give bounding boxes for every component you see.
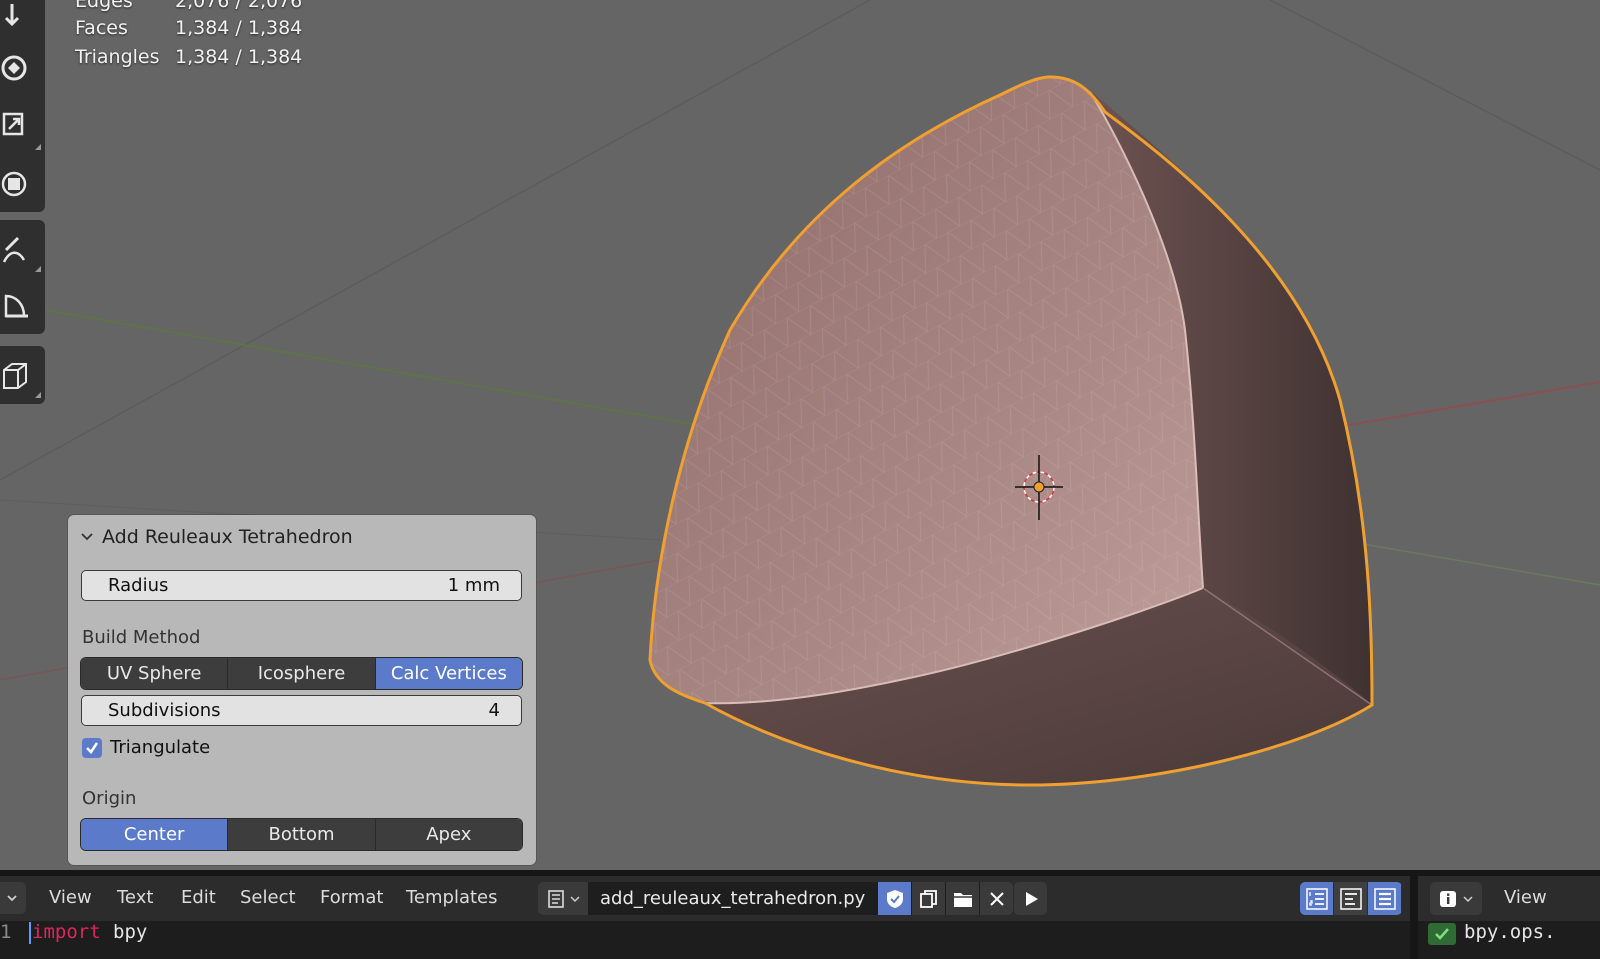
rotate-icon [1,55,27,81]
text-datablock-selector: add_reuleaux_tetrahedron.py [538,882,1014,915]
menu-templates[interactable]: Templates [406,887,498,908]
rotate-tool[interactable] [0,40,45,96]
radius-label: Radius [108,575,169,596]
stat-value: 1,384 / 1,384 [175,17,303,39]
transform-tool[interactable] [0,156,45,212]
unlink-text-button[interactable] [979,882,1014,915]
line-number: 1 [0,921,12,943]
annotate-tool[interactable] [0,220,45,276]
text-cursor [29,922,31,944]
stat-label: Triangles [75,46,160,68]
transform-toolbar [0,0,45,212]
menu-text[interactable]: Text [117,887,153,908]
folder-icon [953,892,972,907]
file-name-field[interactable]: add_reuleaux_tetrahedron.py [588,882,878,915]
info-log[interactable]: bpy.ops. [1418,921,1600,959]
menu-format[interactable]: Format [320,887,383,908]
panel-title: Add Reuleaux Tetrahedron [102,526,353,548]
menu-select[interactable]: Select [240,887,296,908]
scale-tool[interactable] [0,98,45,154]
subdivisions-label: Subdivisions [108,700,221,721]
build-method-selector: UV Sphere Icosphere Calc Vertices [81,658,522,689]
info-editor-header: View [1418,876,1600,921]
info-icon [1440,890,1456,907]
copy-icon [919,889,937,908]
scale-icon [2,112,24,136]
radius-field[interactable]: Radius 1 mm [81,570,522,601]
transform-icon [1,171,27,197]
y-axis-line [45,309,801,444]
triangulate-checkbox[interactable]: Triangulate [82,737,210,758]
trusted-script-button[interactable] [877,882,912,915]
panel-header[interactable]: Add Reuleaux Tetrahedron [80,523,353,551]
menu-view[interactable]: View [1504,887,1547,908]
browse-text-button[interactable] [538,882,588,915]
subdivisions-field[interactable]: Subdivisions 4 [81,695,522,726]
checkmark-icon [82,737,102,758]
annotate-toolbar [0,220,45,334]
origin-selector: Center Bottom Apex [81,819,522,850]
area-divider-vertical[interactable] [1410,876,1418,959]
add-cube-icon [3,363,27,389]
syntax-highlight-toggle[interactable] [1368,882,1402,915]
text-document-icon [547,889,564,908]
word-wrap-toggle[interactable] [1334,882,1368,915]
origin-bottom[interactable]: Bottom [228,819,376,850]
code-keyword: import [32,921,101,943]
add-cube-tool[interactable] [0,346,45,402]
chevron-down-icon [569,895,580,902]
build-method-label: Build Method [82,627,201,648]
code-identifier: bpy [113,921,148,943]
run-script-button[interactable] [1014,882,1047,915]
measure-tool[interactable] [0,278,45,334]
close-icon [990,891,1004,906]
chevron-down-icon [1463,895,1473,902]
chevron-down-icon [7,895,17,902]
line-numbers-icon [1305,887,1328,910]
stat-value: 1,384 / 1,384 [175,46,303,68]
annotate-icon [2,236,26,263]
move-icon [4,4,20,27]
stat-label: Faces [75,17,128,39]
editor-type-button[interactable] [1430,882,1482,915]
build-method-icosphere[interactable]: Icosphere [228,658,376,689]
origin-apex[interactable]: Apex [375,819,522,850]
text-editor-header: View Text Edit Select Format Templates a… [0,876,1410,921]
code-text-area[interactable]: 1 import bpy [0,921,1410,959]
origin-center[interactable]: Center [81,819,229,850]
subdivisions-value: 4 [488,700,500,721]
open-text-button[interactable] [945,882,980,915]
stat-label: Edges [75,0,133,12]
build-method-calc-vertices[interactable]: Calc Vertices [375,658,522,689]
success-check-icon [1428,923,1456,945]
add-toolbar [0,346,45,404]
display-options [1300,882,1402,915]
play-icon [1025,891,1038,906]
radius-value: 1 mm [447,575,500,596]
origin-label: Origin [82,788,137,809]
3d-viewport[interactable]: Edges 2,076 / 2,076 Faces 1,384 / 1,384 … [0,0,1600,890]
build-method-uv-sphere[interactable]: UV Sphere [81,658,229,689]
duplicate-text-button[interactable] [911,882,946,915]
menu-edit[interactable]: Edit [181,887,216,908]
measure-icon [4,294,28,318]
reuleaux-tetrahedron-mesh[interactable] [648,75,1374,787]
editor-type-button[interactable] [0,882,26,914]
operator-redo-panel[interactable]: Add Reuleaux Tetrahedron Radius 1 mm Bui… [68,515,536,865]
syntax-highlight-icon [1373,887,1396,910]
stat-value: 2,076 / 2,076 [175,0,303,12]
shield-check-icon [886,889,903,908]
word-wrap-icon [1339,887,1362,910]
line-numbers-toggle[interactable] [1300,882,1334,915]
log-entry: bpy.ops. [1464,921,1556,943]
menu-view[interactable]: View [49,887,92,908]
triangulate-label: Triangulate [110,737,211,758]
chevron-down-icon [81,533,93,541]
